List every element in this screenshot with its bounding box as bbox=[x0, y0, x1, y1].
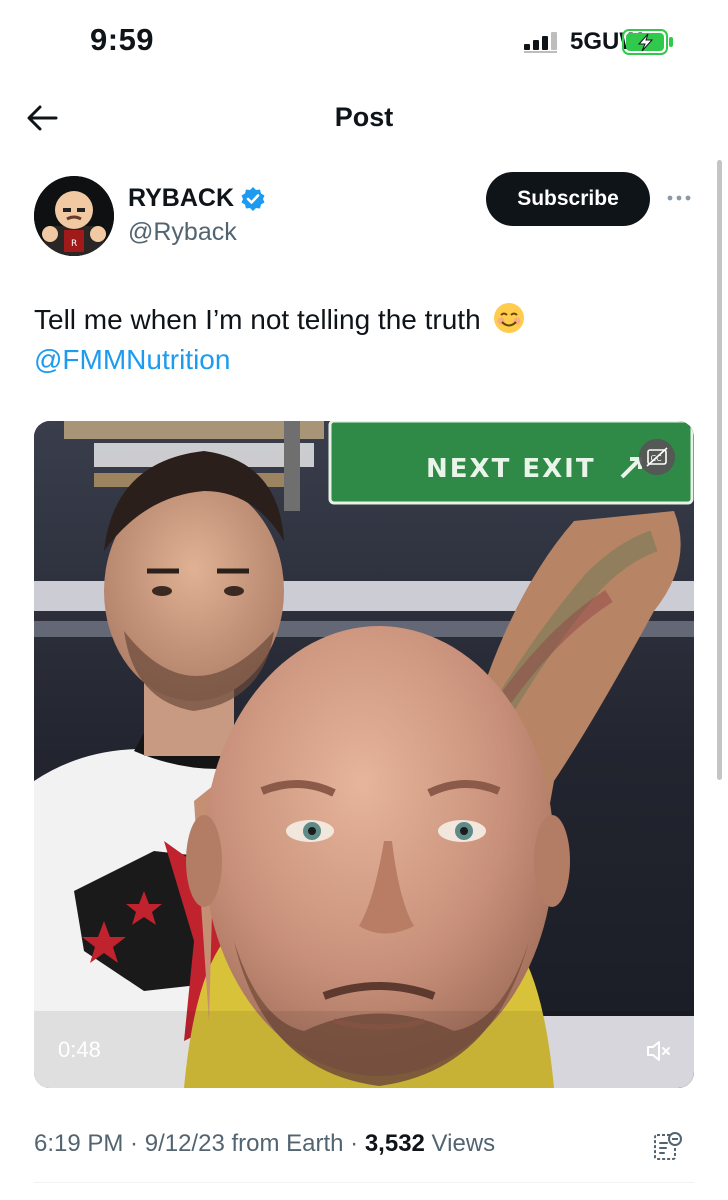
status-time: 9:59 bbox=[90, 22, 155, 57]
name-row: RYBACK bbox=[128, 184, 266, 213]
captions-icon[interactable]: CC bbox=[639, 439, 675, 475]
verified-badge-icon[interactable] bbox=[240, 186, 266, 212]
avatar-cartoon-icon: R bbox=[34, 176, 114, 256]
analytics-icon[interactable] bbox=[652, 1130, 684, 1162]
post-meta: 6:19 PM · 9/12/23 from Earth · 3,532 Vie… bbox=[34, 1130, 495, 1158]
smiling-face-icon bbox=[494, 303, 525, 333]
views-label: Views bbox=[424, 1130, 496, 1157]
post-author: R RYBACK @Ryback Subscribe bbox=[0, 170, 728, 270]
video-duration: 0:48 bbox=[58, 1037, 101, 1062]
battery-charging-icon bbox=[622, 29, 673, 55]
meta-separator: · bbox=[123, 1130, 145, 1157]
cellular-signal-icon bbox=[524, 32, 557, 53]
subscribe-button[interactable]: Subscribe bbox=[486, 172, 650, 226]
post-body: Tell me when I’m not telling the truth bbox=[34, 304, 481, 335]
speaker-muted-icon[interactable] bbox=[644, 1037, 672, 1065]
user-handle[interactable]: @Ryback bbox=[128, 218, 237, 247]
post-time: 6:19 PM bbox=[34, 1130, 124, 1157]
video-player[interactable]: NEXT EXIT 0:48 bbox=[34, 421, 694, 1088]
video-thumbnail: NEXT EXIT bbox=[34, 421, 694, 1088]
svg-text:R: R bbox=[71, 239, 77, 249]
post-text: Tell me when I’m not telling the truth @… bbox=[34, 300, 694, 380]
mention-link[interactable]: @FMMNutrition bbox=[34, 344, 230, 375]
header: Post bbox=[0, 90, 728, 146]
divider bbox=[34, 1182, 694, 1183]
display-name[interactable]: RYBACK bbox=[128, 184, 234, 213]
meta-separator: · bbox=[343, 1130, 365, 1157]
views-count[interactable]: 3,532 bbox=[365, 1130, 425, 1157]
avatar[interactable]: R bbox=[34, 176, 114, 256]
post-source: from Earth bbox=[224, 1130, 344, 1157]
post-date: 9/12/23 bbox=[144, 1130, 225, 1157]
sign-text: NEXT EXIT bbox=[426, 454, 596, 484]
status-bar: 9:59 5GUW bbox=[0, 0, 728, 90]
page-title: Post bbox=[334, 102, 394, 132]
more-options-icon[interactable] bbox=[664, 186, 694, 210]
